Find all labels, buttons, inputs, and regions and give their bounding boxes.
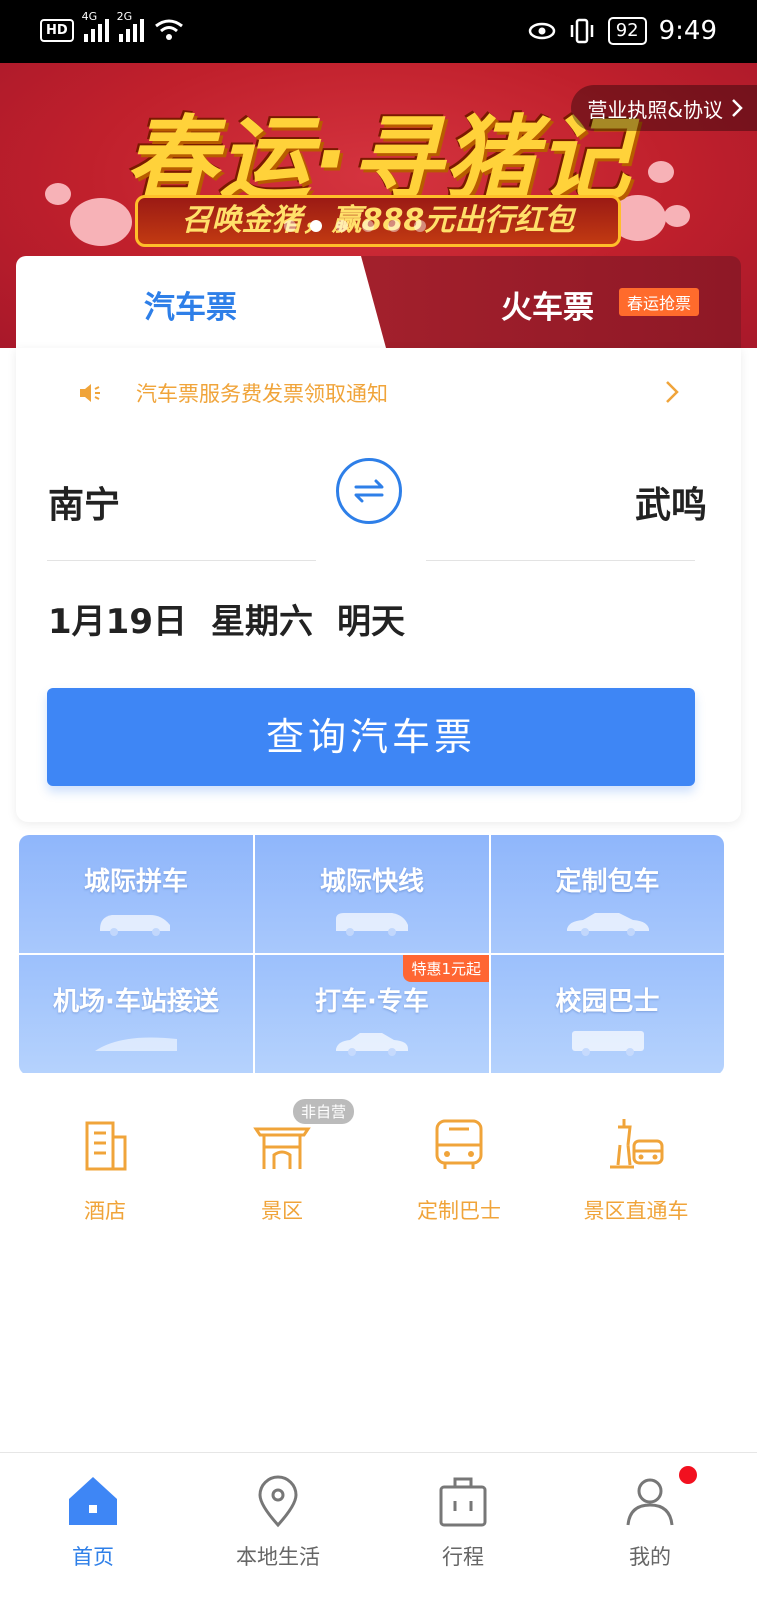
scenic-gate-icon [253, 1127, 311, 1169]
notification-dot [679, 1466, 697, 1484]
suitcase-icon [439, 1477, 487, 1527]
network-type-label: 2G [116, 10, 133, 23]
divider [426, 560, 695, 561]
bus-search-card: 汽车票服务费发票领取通知 南宁 武鸣 1月19日 星期六 明天 查询汽车票 [16, 348, 741, 822]
clock: 9:49 [658, 16, 717, 46]
ticket-tabs: 火车票 春运抢票 汽车票 [16, 256, 741, 348]
license-agreement-link[interactable]: 营业执照&协议 [571, 85, 757, 131]
service-airport-station-transfer[interactable]: 机场·车站接送 [19, 955, 253, 1073]
entry-label: 景区直通车 [583, 1199, 689, 1223]
divider [47, 560, 316, 561]
status-bar: HD 4G 2G 92 9:49 [0, 0, 757, 63]
signal-icon: 2G [117, 10, 144, 42]
wifi-icon [154, 19, 183, 40]
speaker-icon [80, 384, 100, 402]
service-charter[interactable]: 定制包车 [491, 835, 724, 953]
vibrate-icon [570, 18, 593, 44]
hd-indicator: HD [40, 18, 74, 42]
nav-home[interactable]: 首页 [28, 1471, 158, 1571]
bus-icon [571, 1031, 644, 1056]
car-icon [566, 913, 649, 936]
tab-bus-label: 汽车票 [144, 290, 237, 326]
arrival-city[interactable]: 武鸣 [635, 476, 707, 528]
tab-train-ticket[interactable]: 火车票 春运抢票 [361, 256, 741, 348]
quick-entry-row: 酒店 非自营 景区 定制巴士 景区直通车 [0, 1095, 757, 1225]
nav-local-life[interactable]: 本地生活 [213, 1471, 343, 1571]
service-label: 机场·车站接送 [53, 987, 219, 1017]
van-icon [336, 913, 408, 936]
van-icon [100, 915, 170, 936]
non-self-operated-tag: 非自营 [293, 1099, 355, 1124]
entry-scenic-shuttle[interactable]: 景区直通车 [551, 1095, 721, 1225]
notice-text: 汽车票服务费发票领取通知 [136, 382, 388, 406]
service-label: 校园巴士 [555, 987, 660, 1017]
carousel-dot [310, 220, 322, 232]
chevron-right-icon[interactable] [665, 380, 679, 404]
swap-icon [354, 479, 384, 503]
entry-scenic[interactable]: 非自营 景区 [197, 1095, 367, 1225]
service-label: 城际快线 [319, 867, 424, 897]
carousel-dot [336, 220, 348, 232]
bus-icon [435, 1119, 483, 1169]
tab-train-label: 火车票 [501, 290, 594, 326]
service-intercity-express[interactable]: 城际快线 [255, 835, 489, 953]
service-label: 打车·专车 [315, 987, 429, 1017]
entry-hotel[interactable]: 酒店 [20, 1095, 190, 1225]
carousel-dot [284, 220, 296, 232]
location-pin-icon [258, 1475, 298, 1528]
tower-bus-icon [610, 1119, 664, 1169]
network-type-label: 4G [81, 10, 98, 23]
nav-mine[interactable]: 我的 [585, 1471, 715, 1571]
entry-label: 定制巴士 [417, 1199, 501, 1223]
battery-indicator: 92 [607, 17, 647, 45]
service-intercity-carpool[interactable]: 城际拼车 [19, 835, 253, 953]
service-campus-bus[interactable]: 校园巴士 [491, 955, 724, 1073]
bottom-navigation: 首页 本地生活 行程 我的 [0, 1452, 757, 1601]
signal-icon: 4G [82, 10, 109, 42]
nav-label: 首页 [72, 1545, 114, 1569]
service-label: 城际拼车 [83, 867, 188, 897]
tab-bus-ticket[interactable]: 汽车票 [16, 256, 386, 348]
departure-city[interactable]: 南宁 [48, 476, 120, 528]
swap-cities-button[interactable] [336, 458, 402, 524]
service-grid: 城际拼车 城际快线 定制包车 机场·车站接送 打车·专车 特惠1元起 校园巴士 [19, 835, 724, 1075]
hotel-icon [85, 1121, 127, 1171]
notice-bar[interactable]: 汽车票服务费发票领取通知 [78, 378, 388, 408]
eye-icon [528, 22, 555, 40]
nav-trips[interactable]: 行程 [398, 1471, 528, 1571]
service-taxi-ride[interactable]: 打车·专车 特惠1元起 [255, 955, 489, 1073]
license-link-label: 营业执照&协议 [587, 97, 723, 122]
service-label: 定制包车 [555, 867, 660, 897]
search-bus-tickets-button[interactable]: 查询汽车票 [47, 688, 695, 786]
nav-label: 本地生活 [236, 1545, 320, 1569]
entry-custom-bus[interactable]: 定制巴士 [374, 1095, 544, 1225]
chevron-right-icon [732, 99, 743, 117]
car-icon [336, 1033, 408, 1056]
carousel-indicator [284, 220, 426, 232]
user-icon [626, 1478, 674, 1526]
entry-label: 酒店 [84, 1199, 126, 1223]
departure-date[interactable]: 1月19日 星期六 明天 [48, 594, 405, 643]
promo-tag: 特惠1元起 [403, 955, 489, 982]
weekday-value: 星期六 [210, 602, 313, 642]
nav-label: 我的 [629, 1545, 671, 1569]
date-value: 1月19日 [48, 602, 187, 642]
home-icon [69, 1477, 117, 1525]
entry-label: 景区 [261, 1199, 303, 1223]
nav-label: 行程 [442, 1545, 484, 1569]
train-promo-badge: 春运抢票 [619, 288, 700, 316]
train-icon [95, 1037, 177, 1051]
relative-day: 明天 [336, 602, 405, 642]
carousel-dot [388, 220, 400, 232]
carousel-dot [414, 220, 426, 232]
carousel-dot [362, 220, 374, 232]
